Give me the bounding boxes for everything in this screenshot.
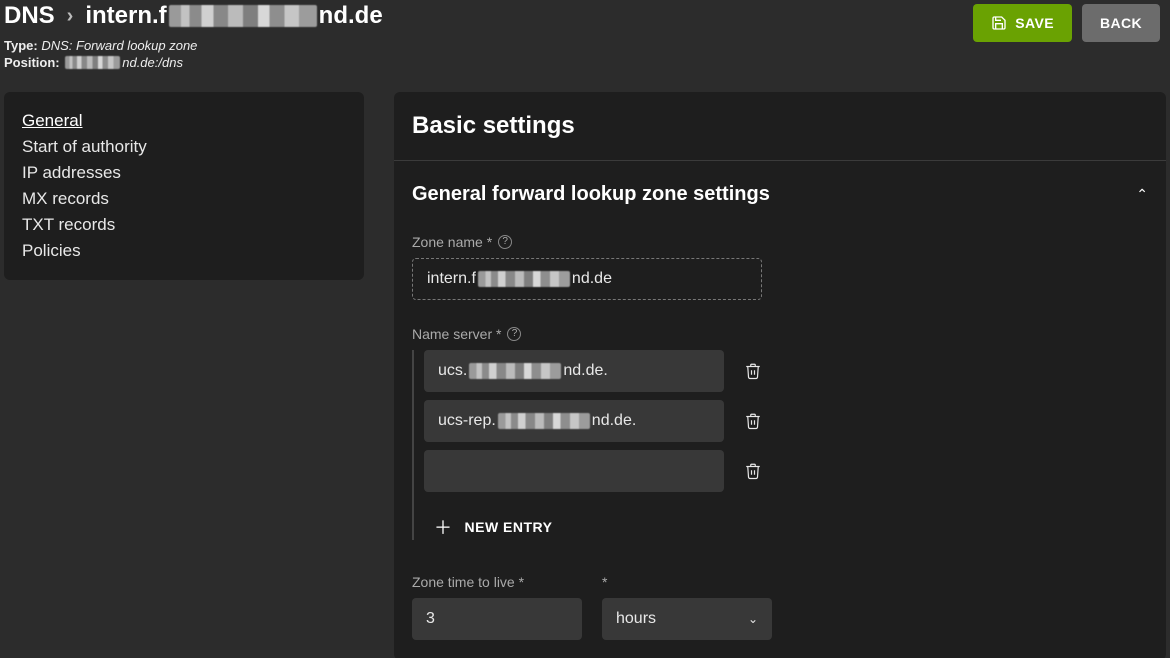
section-toggle[interactable]: General forward lookup zone settings ⌃ [412, 183, 1148, 206]
save-button-label: SAVE [1015, 15, 1054, 31]
main-panel: Basic settings General forward lookup zo… [394, 92, 1166, 658]
info-icon[interactable]: ? [507, 327, 521, 341]
back-button[interactable]: BACK [1082, 4, 1160, 42]
ns-input-3[interactable] [424, 450, 724, 492]
breadcrumb-zone-suffix: nd.de [319, 2, 383, 30]
ns-suffix: nd.de. [592, 412, 636, 430]
ns-row [424, 450, 1148, 492]
delete-ns-button[interactable] [738, 456, 768, 486]
ttl-unit-select[interactable]: hours ⌄ [602, 598, 772, 640]
meta-position: Position: nd.de:/dns [4, 55, 383, 70]
breadcrumb: DNS › intern.f nd.de [4, 2, 383, 30]
sidebar-item-soa[interactable]: Start of authority [22, 134, 346, 160]
sidebar-item-general[interactable]: General [22, 108, 346, 134]
ttl-unit-required: * [602, 574, 772, 590]
trash-icon [744, 412, 762, 430]
sidebar-item-ip[interactable]: IP addresses [22, 160, 346, 186]
delete-ns-button[interactable] [738, 356, 768, 386]
ns-input-1[interactable]: ucs. nd.de. [424, 350, 724, 392]
zone-name-suffix: nd.de [572, 270, 612, 288]
plus-icon: ＋ [434, 514, 453, 540]
trash-icon [744, 462, 762, 480]
page-title: Basic settings [412, 112, 1148, 140]
ns-row: ucs-rep. nd.de. [424, 400, 1148, 442]
ttl-input[interactable] [412, 598, 582, 640]
ns-row: ucs. nd.de. [424, 350, 1148, 392]
sidebar-item-policies[interactable]: Policies [22, 238, 346, 264]
back-button-label: BACK [1100, 15, 1142, 31]
chevron-up-icon: ⌃ [1136, 186, 1148, 203]
meta-type-label: Type: [4, 38, 38, 53]
breadcrumb-root[interactable]: DNS [4, 2, 55, 30]
meta-type: Type: DNS: Forward lookup zone [4, 38, 383, 53]
meta-position-value: nd.de:/dns [63, 55, 183, 70]
sidebar-item-mx[interactable]: MX records [22, 186, 346, 212]
ttl-unit-value: hours [616, 610, 656, 628]
redacted-segment [498, 413, 590, 429]
zone-name-prefix: intern.f [427, 270, 476, 288]
redacted-segment [469, 363, 561, 379]
redacted-segment [478, 271, 570, 287]
new-entry-button[interactable]: ＋ NEW ENTRY [434, 514, 1148, 540]
save-button[interactable]: SAVE [973, 4, 1072, 42]
chevron-down-icon: ⌄ [748, 612, 758, 626]
save-icon [991, 15, 1007, 31]
delete-ns-button[interactable] [738, 406, 768, 436]
new-entry-label: NEW ENTRY [465, 519, 553, 535]
redacted-segment [65, 56, 120, 69]
ns-label: Name server * ? [412, 326, 1148, 342]
redacted-segment [169, 5, 317, 27]
info-icon[interactable]: ? [498, 235, 512, 249]
chevron-right-icon: › [67, 5, 74, 28]
zone-name-field: intern.f nd.de [412, 258, 762, 300]
sidebar-item-txt[interactable]: TXT records [22, 212, 346, 238]
ns-input-2[interactable]: ucs-rep. nd.de. [424, 400, 724, 442]
meta-position-label: Position: [4, 55, 60, 70]
meta-position-suffix: nd.de:/dns [122, 55, 183, 70]
sidebar: General Start of authority IP addresses … [4, 92, 364, 280]
meta-type-value: DNS: Forward lookup zone [41, 38, 197, 53]
section-title: General forward lookup zone settings [412, 183, 770, 206]
breadcrumb-zone-prefix: intern.f [85, 2, 166, 30]
ttl-label: Zone time to live * [412, 574, 582, 590]
trash-icon [744, 362, 762, 380]
ns-prefix: ucs-rep. [438, 412, 496, 430]
ns-suffix: nd.de. [563, 362, 607, 380]
zone-name-label: Zone name * ? [412, 234, 1148, 250]
ns-prefix: ucs. [438, 362, 467, 380]
breadcrumb-zone: intern.f nd.de [85, 2, 382, 30]
